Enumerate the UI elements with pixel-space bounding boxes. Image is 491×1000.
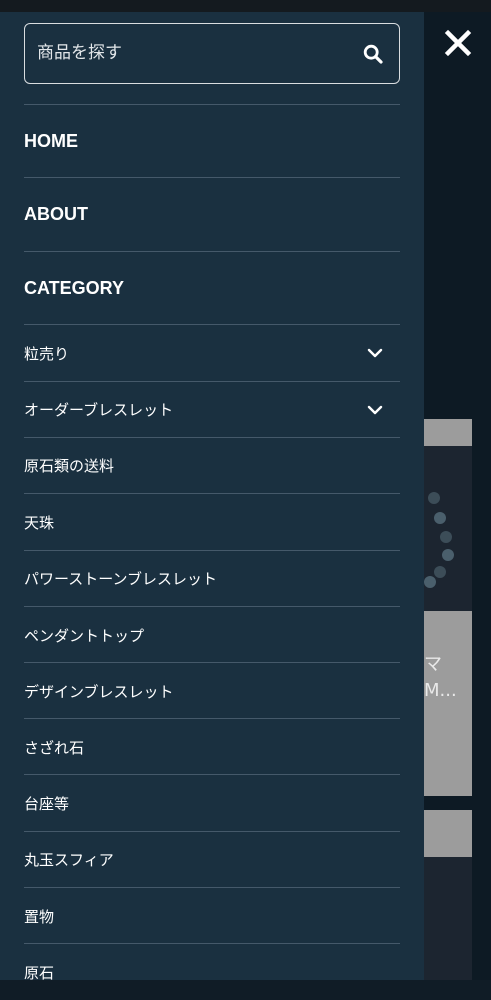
category-item-genseki[interactable]: 原石: [24, 944, 400, 1000]
category-item-shipping[interactable]: 原石類の送料: [24, 438, 400, 493]
nav-item-label: CATEGORY: [24, 278, 125, 298]
side-drawer-menu: HOME ABOUT CATEGORY 粒売り オーダーブレスレット 原石類の送…: [0, 12, 424, 982]
product-card-header: [424, 810, 472, 857]
category-item-order-bracelet[interactable]: オーダーブレスレット: [24, 382, 400, 437]
category-item-pendant-top[interactable]: ペンダントトップ: [24, 607, 400, 663]
chevron-down-icon[interactable]: [366, 401, 384, 419]
category-label: ペンダントトップ: [24, 626, 145, 645]
nav-item-about[interactable]: ABOUT: [24, 178, 400, 251]
close-button[interactable]: [441, 26, 475, 60]
product-card-body: [424, 611, 472, 796]
nav-item-label: ABOUT: [24, 204, 88, 224]
category-item-daiza[interactable]: 台座等: [24, 775, 400, 831]
close-icon: [444, 29, 472, 57]
category-label: 丸玉スフィア: [24, 851, 114, 869]
category-label: 原石: [24, 963, 55, 982]
category-item-tsubauri[interactable]: 粒売り: [24, 325, 400, 381]
category-item-sazareishi[interactable]: さざれ石: [24, 719, 400, 775]
category-item-okimono[interactable]: 置物: [24, 888, 400, 944]
category-item-tenju[interactable]: 天珠: [24, 494, 400, 550]
nav-item-home[interactable]: HOME: [24, 105, 400, 177]
category-label: 置物: [24, 907, 55, 926]
category-label: デザインブレスレット: [24, 682, 174, 701]
product-image: [424, 857, 472, 980]
search-button[interactable]: [359, 40, 387, 68]
product-title-line2: M...: [424, 680, 457, 701]
category-item-powerstone-bracelet[interactable]: パワーストーンブレスレット: [24, 551, 400, 606]
search-icon: [363, 44, 383, 64]
status-bar: [0, 0, 491, 12]
product-title-line1: マ: [424, 654, 442, 675]
category-label: 台座等: [24, 794, 70, 813]
category-label: 原石類の送料: [24, 457, 115, 475]
category-label: さざれ石: [24, 738, 85, 757]
search-box: [24, 23, 400, 84]
chevron-down-icon[interactable]: [366, 344, 384, 362]
category-label: 粒売り: [24, 344, 70, 363]
nav-item-label: HOME: [24, 130, 78, 151]
category-label: パワーストーンブレスレット: [24, 570, 218, 588]
category-label: オーダーブレスレット: [24, 401, 174, 419]
search-input[interactable]: [37, 24, 347, 82]
category-label: 天珠: [24, 513, 55, 532]
category-item-sphere[interactable]: 丸玉スフィア: [24, 832, 400, 887]
category-item-design-bracelet[interactable]: デザインブレスレット: [24, 663, 400, 719]
nav-item-category[interactable]: CATEGORY: [24, 252, 400, 325]
product-image: [424, 446, 472, 611]
product-card-header: [424, 419, 472, 446]
